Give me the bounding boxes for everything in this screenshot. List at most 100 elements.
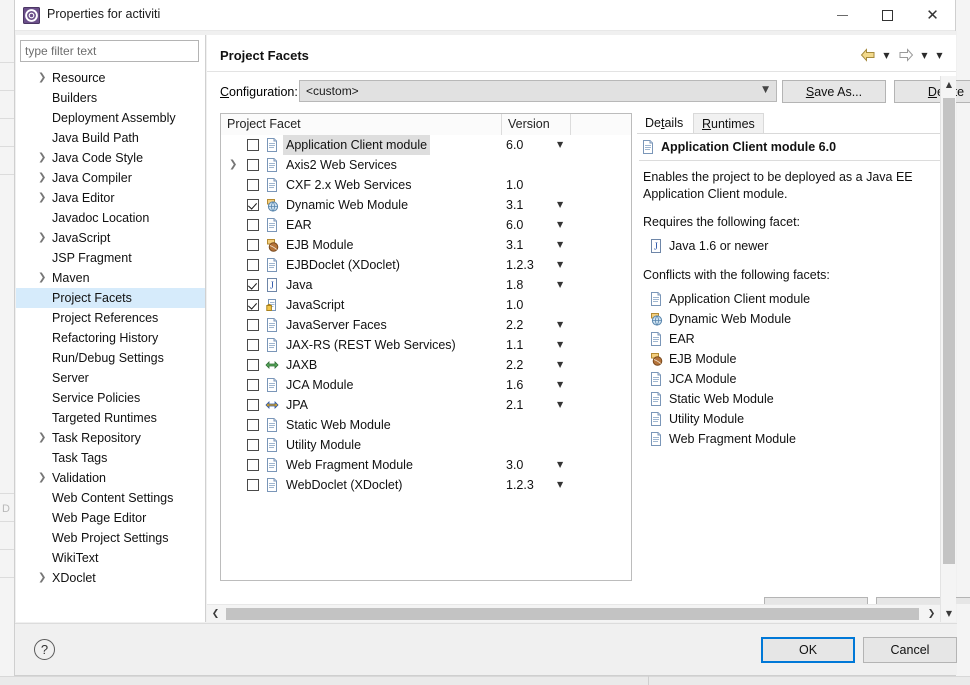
sidebar-item-xdoclet[interactable]: ❯ XDoclet (16, 568, 205, 588)
version-dropdown-icon[interactable]: ▼ (557, 275, 563, 295)
save-as-button[interactable]: Save As... (782, 80, 886, 103)
chevron-right-icon[interactable]: ❯ (38, 188, 48, 208)
sidebar-item-web-page-editor[interactable]: Web Page Editor (16, 508, 205, 528)
column-header-version[interactable]: Version (502, 114, 571, 135)
sidebar-item-jsp-fragment[interactable]: JSP Fragment (16, 248, 205, 268)
facet-checkbox[interactable] (247, 379, 259, 391)
page-menu-icon[interactable]: ▼ (933, 46, 946, 64)
facet-row[interactable]: Utility Module (221, 435, 631, 455)
sidebar-item-maven[interactable]: ❯ Maven (16, 268, 205, 288)
facet-row[interactable]: Web Fragment Module 3.0 ▼ (221, 455, 631, 475)
sidebar-item-java-editor[interactable]: ❯ Java Editor (16, 188, 205, 208)
version-dropdown-icon[interactable]: ▼ (557, 135, 563, 155)
facet-row[interactable]: JPA 2.1 ▼ (221, 395, 631, 415)
chevron-right-icon[interactable]: ❯ (38, 468, 48, 488)
sidebar-item-java-build-path[interactable]: Java Build Path (16, 128, 205, 148)
sidebar-item-builders[interactable]: Builders (16, 88, 205, 108)
sidebar-item-javadoc-location[interactable]: Javadoc Location (16, 208, 205, 228)
tab-details[interactable]: Details (637, 113, 692, 134)
chevron-right-icon[interactable]: ❯ (38, 428, 48, 448)
filter-input[interactable] (20, 40, 199, 62)
sidebar-item-task-tags[interactable]: Task Tags (16, 448, 205, 468)
sidebar-item-web-project-settings[interactable]: Web Project Settings (16, 528, 205, 548)
facet-checkbox[interactable] (247, 479, 259, 491)
sidebar-item-validation[interactable]: ❯ Validation (16, 468, 205, 488)
forward-arrow-icon[interactable] (895, 46, 916, 64)
facet-row[interactable]: ❯ Axis2 Web Services (221, 155, 631, 175)
sidebar-item-javascript[interactable]: ❯ JavaScript (16, 228, 205, 248)
sidebar-item-project-references[interactable]: Project References (16, 308, 205, 328)
content-horizontal-scrollbar[interactable]: ❮ ❯ (207, 604, 940, 622)
facet-checkbox[interactable] (247, 139, 259, 151)
facet-checkbox[interactable] (247, 159, 259, 171)
facet-checkbox[interactable] (247, 419, 259, 431)
sidebar-item-project-facets[interactable]: Project Facets (16, 288, 205, 308)
version-dropdown-icon[interactable]: ▼ (557, 255, 563, 275)
version-dropdown-icon[interactable]: ▼ (557, 375, 563, 395)
project-facet-table[interactable]: Project Facet Version Application Client… (220, 113, 632, 581)
horizontal-scroll-thumb[interactable] (226, 608, 919, 620)
facet-row[interactable]: JavaScript 1.0 (221, 295, 631, 315)
version-dropdown-icon[interactable]: ▼ (557, 195, 563, 215)
version-dropdown-icon[interactable]: ▼ (557, 475, 563, 495)
chevron-right-icon[interactable]: ❯ (38, 168, 48, 188)
vertical-scroll-thumb[interactable] (943, 98, 955, 564)
delete-button[interactable]: Delete (894, 80, 970, 103)
facet-checkbox[interactable] (247, 359, 259, 371)
sidebar-item-run-debug-settings[interactable]: Run/Debug Settings (16, 348, 205, 368)
chevron-right-icon[interactable]: ❯ (38, 228, 48, 248)
version-dropdown-icon[interactable]: ▼ (557, 395, 563, 415)
facet-checkbox[interactable] (247, 339, 259, 351)
configuration-select[interactable]: <custom> ▼ (299, 80, 777, 102)
facet-checkbox[interactable] (247, 279, 259, 291)
version-dropdown-icon[interactable]: ▼ (557, 215, 563, 235)
facet-row[interactable]: Application Client module 6.0 ▼ (221, 135, 631, 155)
column-header-project-facet[interactable]: Project Facet (221, 114, 502, 135)
sidebar-item-targeted-runtimes[interactable]: Targeted Runtimes (16, 408, 205, 428)
facet-checkbox[interactable] (247, 179, 259, 191)
version-dropdown-icon[interactable]: ▼ (557, 455, 563, 475)
sidebar-item-server[interactable]: Server (16, 368, 205, 388)
facet-row[interactable]: EJBDoclet (XDoclet) 1.2.3 ▼ (221, 255, 631, 275)
sidebar-item-wikitext[interactable]: WikiText (16, 548, 205, 568)
chevron-right-icon[interactable]: ❯ (229, 155, 240, 175)
content-vertical-scrollbar[interactable]: ▲ ▼ (940, 76, 956, 622)
sidebar-item-java-compiler[interactable]: ❯ Java Compiler (16, 168, 205, 188)
sidebar-item-service-policies[interactable]: Service Policies (16, 388, 205, 408)
facet-checkbox[interactable] (247, 219, 259, 231)
facet-checkbox[interactable] (247, 439, 259, 451)
chevron-right-icon[interactable]: ❯ (38, 68, 48, 88)
facet-row[interactable]: JAX-RS (REST Web Services) 1.1 ▼ (221, 335, 631, 355)
chevron-left-icon[interactable]: ❮ (207, 605, 224, 623)
maximize-icon[interactable] (865, 0, 910, 31)
facet-row[interactable]: WebDoclet (XDoclet) 1.2.3 ▼ (221, 475, 631, 495)
sidebar-item-resource[interactable]: ❯ Resource (16, 68, 205, 88)
sidebar-item-deployment-assembly[interactable]: Deployment Assembly (16, 108, 205, 128)
facet-checkbox[interactable] (247, 239, 259, 251)
minimize-icon[interactable] (820, 0, 865, 31)
chevron-right-icon[interactable]: ❯ (38, 268, 48, 288)
sidebar-item-refactoring-history[interactable]: Refactoring History (16, 328, 205, 348)
facet-row[interactable]: Static Web Module (221, 415, 631, 435)
facet-checkbox[interactable] (247, 259, 259, 271)
facet-row[interactable]: JAXB 2.2 ▼ (221, 355, 631, 375)
version-dropdown-icon[interactable]: ▼ (557, 335, 563, 355)
facet-checkbox[interactable] (247, 399, 259, 411)
version-dropdown-icon[interactable]: ▼ (557, 235, 563, 255)
version-dropdown-icon[interactable]: ▼ (557, 355, 563, 375)
chevron-right-icon[interactable]: ❯ (38, 148, 48, 168)
cancel-button[interactable]: Cancel (863, 637, 957, 663)
facet-checkbox[interactable] (247, 459, 259, 471)
facet-row[interactable]: Dynamic Web Module 3.1 ▼ (221, 195, 631, 215)
sidebar-item-task-repository[interactable]: ❯ Task Repository (16, 428, 205, 448)
back-arrow-icon[interactable] (857, 46, 878, 64)
help-question-icon[interactable]: ? (34, 639, 55, 660)
sidebar-item-web-content-settings[interactable]: Web Content Settings (16, 488, 205, 508)
facet-checkbox[interactable] (247, 319, 259, 331)
facet-row[interactable]: JCA Module 1.6 ▼ (221, 375, 631, 395)
facet-row[interactable]: CXF 2.x Web Services 1.0 (221, 175, 631, 195)
column-header-blank[interactable] (571, 114, 631, 135)
settings-tree[interactable]: ❯ Resource Builders Deployment Assembly Java… (16, 68, 205, 588)
chevron-right-icon[interactable]: ❯ (38, 568, 48, 588)
facet-checkbox[interactable] (247, 199, 259, 211)
